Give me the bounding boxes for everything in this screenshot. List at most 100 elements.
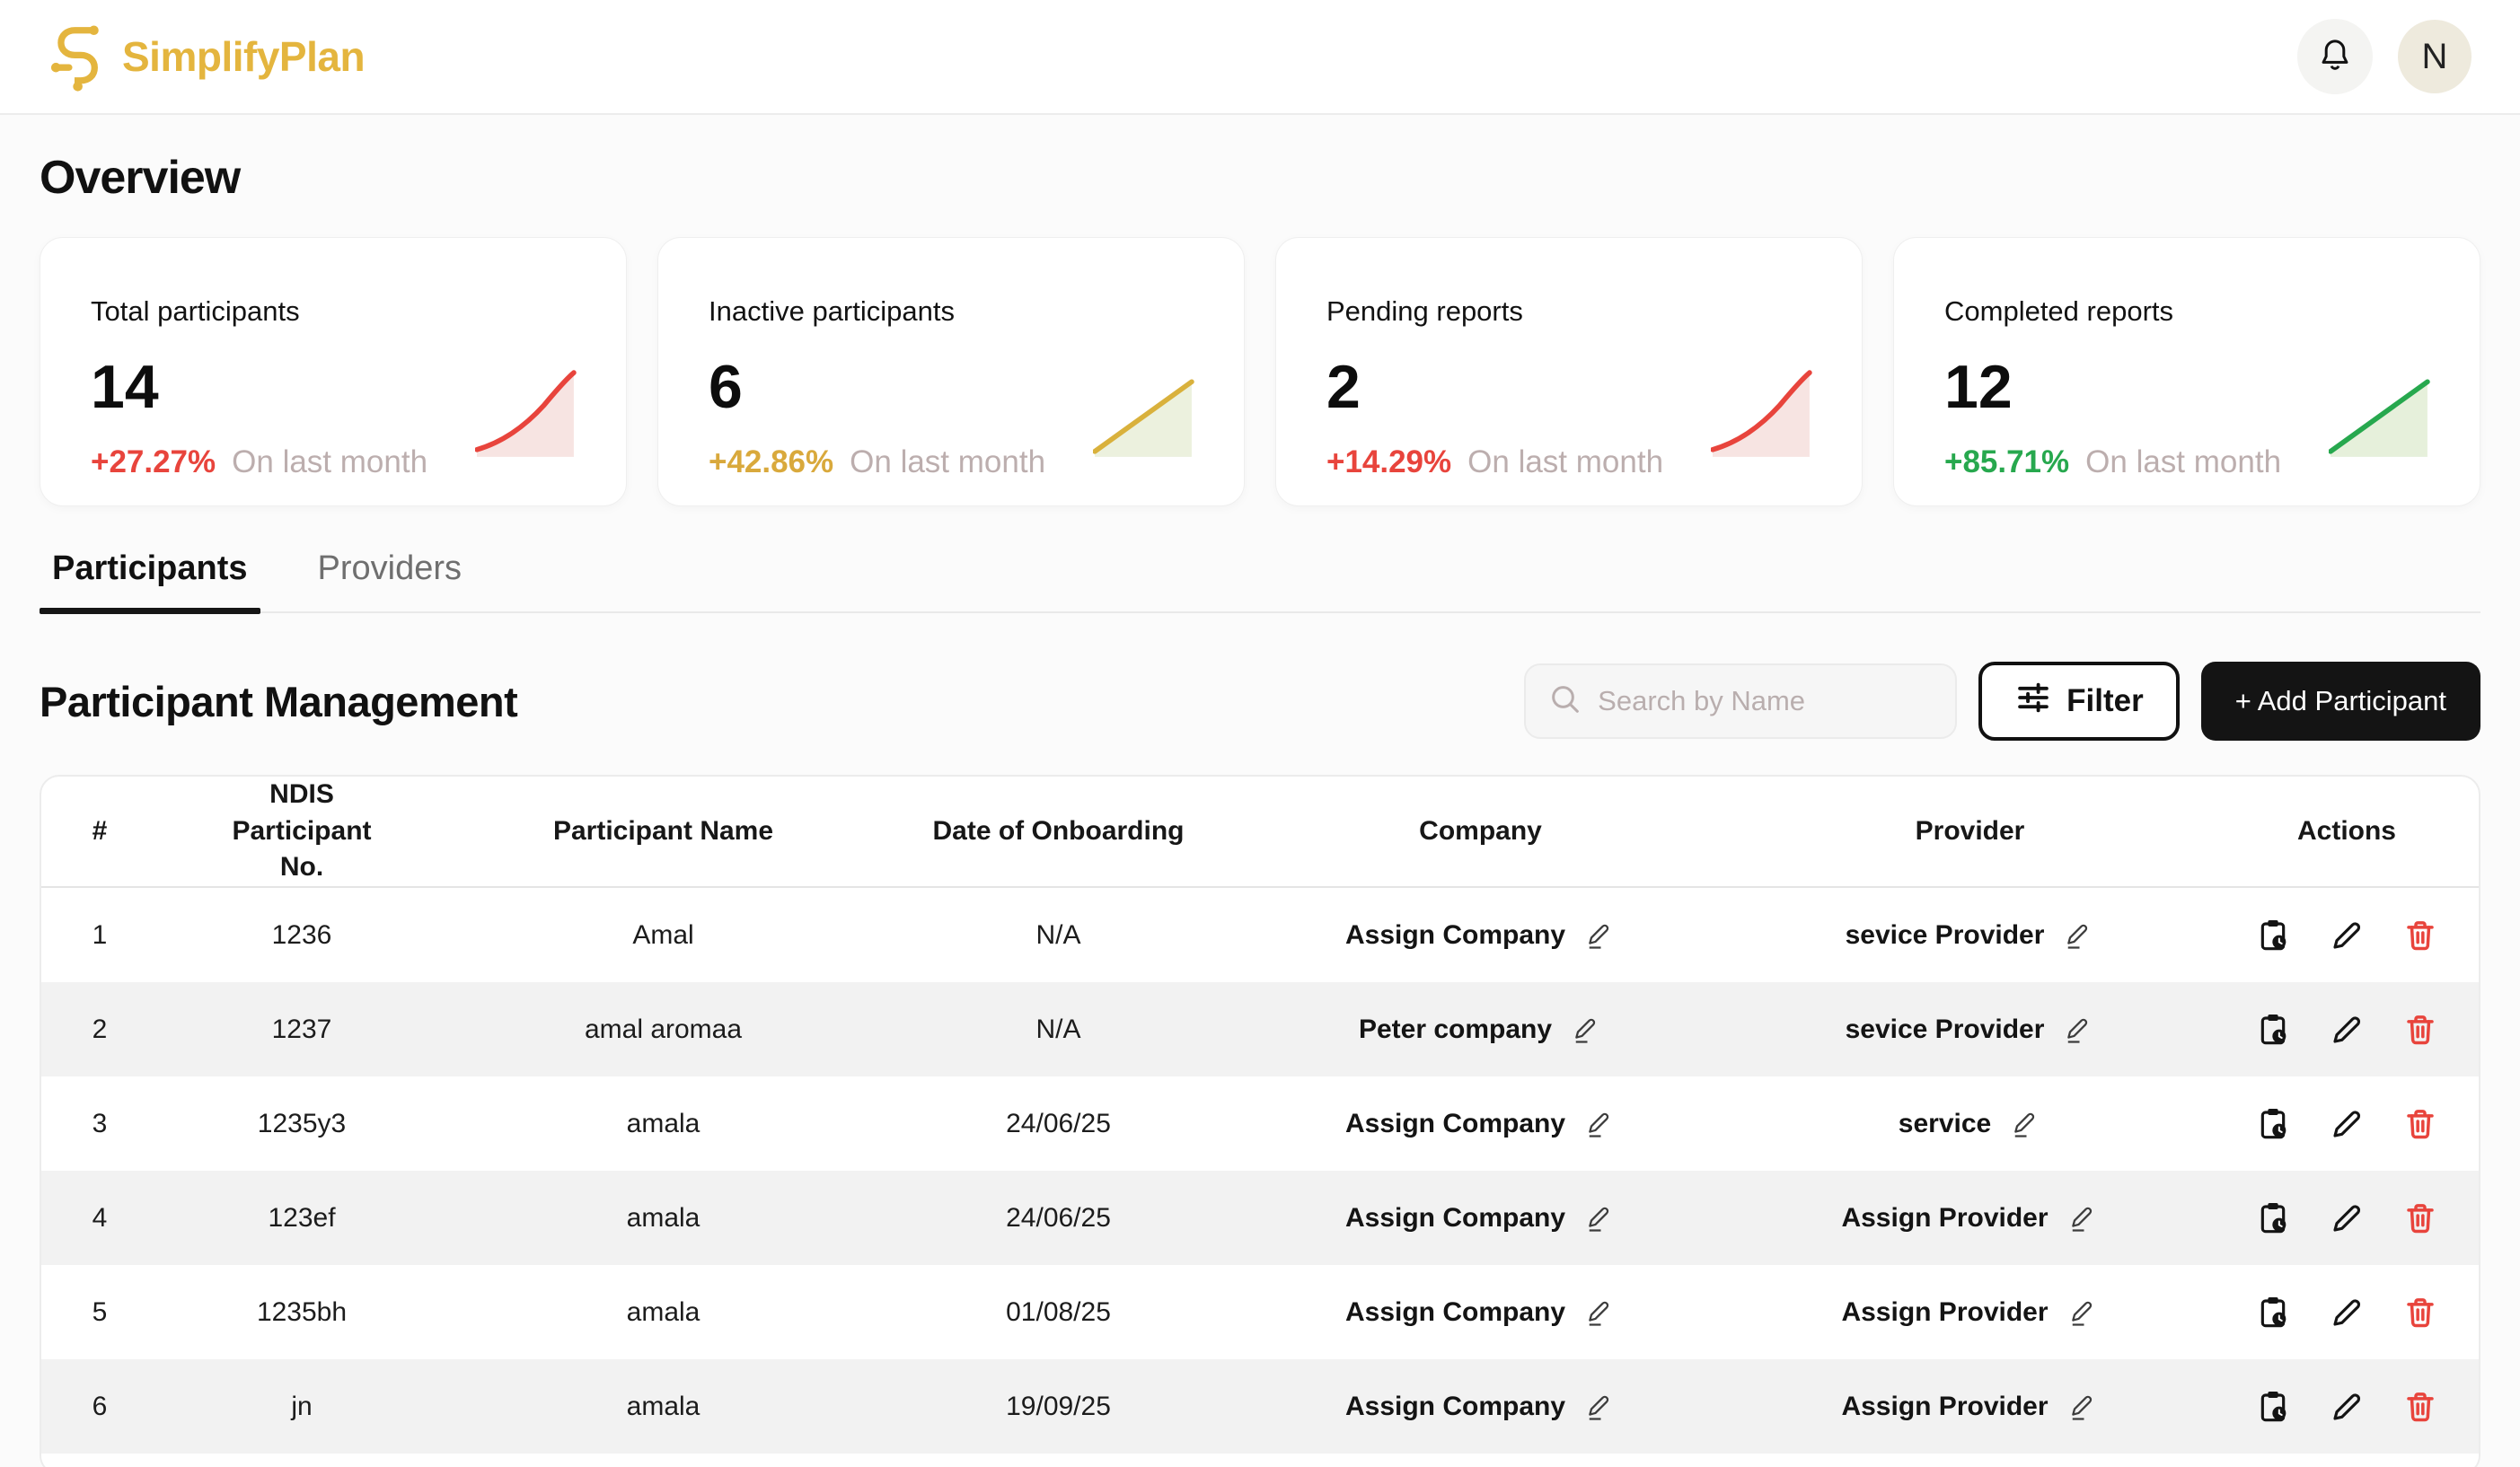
edit-row-button[interactable] [2329,1295,2365,1331]
cell-provider: Assign Provider [1725,1202,2215,1234]
report-button[interactable] [2255,1295,2291,1331]
report-button[interactable] [2255,1012,2291,1048]
edit-company-button[interactable] [1583,1202,1616,1234]
edit-provider-button[interactable] [2066,1202,2099,1234]
tabs-bar: Participants Providers [40,549,2480,613]
report-button[interactable] [2255,918,2291,953]
edit-underline-icon [1583,1108,1616,1140]
delete-row-button[interactable] [2402,918,2438,953]
report-clipboard-clock-icon [2255,1012,2291,1048]
column-header: Provider [1725,813,2215,850]
delete-row-button[interactable] [2402,1389,2438,1425]
cell-company: Assign Company [1236,1296,1725,1329]
cell-actions [2215,1389,2479,1425]
edit-row-button[interactable] [2329,918,2365,953]
avatar-initial: N [2422,37,2448,77]
stat-label: Inactive participants [709,295,1194,328]
report-clipboard-clock-icon [2255,1200,2291,1236]
add-participant-button[interactable]: + Add Participant [2201,662,2480,741]
edit-underline-icon [2066,1296,2099,1329]
filter-button-label: Filter [2066,683,2144,719]
cell-participant-name: amala [445,1203,881,1234]
stat-delta: +14.29% [1326,444,1451,480]
report-button[interactable] [2255,1389,2291,1425]
table-controls: Filter + Add Participant [1524,662,2480,741]
edit-pencil-icon [2329,1200,2365,1236]
search-input[interactable] [1598,685,1956,717]
edit-row-button[interactable] [2329,1200,2365,1236]
cell-provider: sevice Provider [1725,919,2215,952]
filter-button[interactable]: Filter [1978,662,2180,741]
cell-onboarding-date: 19/09/25 [881,1392,1236,1422]
cell-company: Assign Company [1236,1202,1725,1234]
report-clipboard-clock-icon [2255,1106,2291,1142]
cell-index: 5 [41,1297,158,1328]
cell-onboarding-date: N/A [881,920,1236,951]
edit-pencil-icon [2329,1295,2365,1331]
sparkline [1711,369,1813,461]
edit-provider-button[interactable] [2062,919,2094,952]
table-row: 4 123ef amala 24/06/25 Assign Company As… [41,1171,2479,1265]
cell-index: 2 [41,1015,158,1045]
brand-logo[interactable]: SimplifyPlan [48,22,365,92]
filter-sliders-icon [2014,679,2052,725]
column-header: Actions [2215,813,2479,850]
delete-row-button[interactable] [2402,1012,2438,1048]
notifications-button[interactable] [2297,19,2373,94]
stats-row: Total participants 14 +27.27% On last mo… [40,237,2480,506]
report-button[interactable] [2255,1106,2291,1142]
edit-provider-button[interactable] [2066,1391,2099,1423]
cell-index: 1 [41,920,158,951]
cell-provider: Assign Provider [1725,1391,2215,1423]
delete-trash-icon [2402,1200,2438,1236]
brand-name: SimplifyPlan [122,32,365,81]
cell-onboarding-date: N/A [881,1015,1236,1045]
section-title: Participant Management [40,677,517,726]
cell-participant-name: Amal [445,920,881,951]
delete-trash-icon [2402,918,2438,953]
report-button[interactable] [2255,1200,2291,1236]
stat-delta: +27.27% [91,444,216,480]
search-box [1524,663,1957,739]
tab-participants[interactable]: Participants [52,549,248,611]
delete-row-button[interactable] [2402,1106,2438,1142]
cell-onboarding-date: 01/08/25 [881,1297,1236,1328]
company-value: Assign Company [1345,920,1565,951]
cell-ndis-number: 1235y3 [158,1109,445,1139]
edit-company-button[interactable] [1583,1108,1616,1140]
stat-caption: On last month [2085,444,2281,480]
table-row: 5 1235bh amala 01/08/25 Assign Company A… [41,1265,2479,1359]
stat-card: Pending reports 2 +14.29% On last month [1275,237,1863,506]
edit-row-button[interactable] [2329,1389,2365,1425]
cell-participant-name: amala [445,1109,881,1139]
edit-pencil-icon [2329,1106,2365,1142]
edit-pencil-icon [2329,918,2365,953]
sparkline [1093,369,1195,461]
company-value: Assign Company [1345,1109,1565,1139]
delete-row-button[interactable] [2402,1295,2438,1331]
report-clipboard-clock-icon [2255,1295,2291,1331]
edit-company-button[interactable] [1570,1014,1602,1046]
stat-delta: +85.71% [1944,444,2069,480]
edit-provider-button[interactable] [2066,1296,2099,1329]
edit-company-button[interactable] [1583,1296,1616,1329]
edit-underline-icon [2066,1391,2099,1423]
table-body: 1 1236 Amal N/A Assign Company sevice Pr… [41,888,2479,1467]
edit-row-button[interactable] [2329,1012,2365,1048]
edit-underline-icon [1583,1391,1616,1423]
stat-card: Completed reports 12 +85.71% On last mon… [1893,237,2480,506]
edit-provider-button[interactable] [2009,1108,2041,1140]
edit-row-button[interactable] [2329,1106,2365,1142]
delete-row-button[interactable] [2402,1200,2438,1236]
edit-company-button[interactable] [1583,919,1616,952]
cell-company: Peter company [1236,1014,1725,1046]
edit-company-button[interactable] [1583,1391,1616,1423]
edit-underline-icon [1570,1014,1602,1046]
cell-index: 3 [41,1109,158,1139]
table-row: 1 1236 Amal N/A Assign Company sevice Pr… [41,888,2479,982]
cell-ndis-number: jn [158,1392,445,1422]
avatar[interactable]: N [2398,20,2472,93]
edit-provider-button[interactable] [2062,1014,2094,1046]
tab-providers[interactable]: Providers [318,549,463,611]
cell-ndis-number: 123ef [158,1203,445,1234]
